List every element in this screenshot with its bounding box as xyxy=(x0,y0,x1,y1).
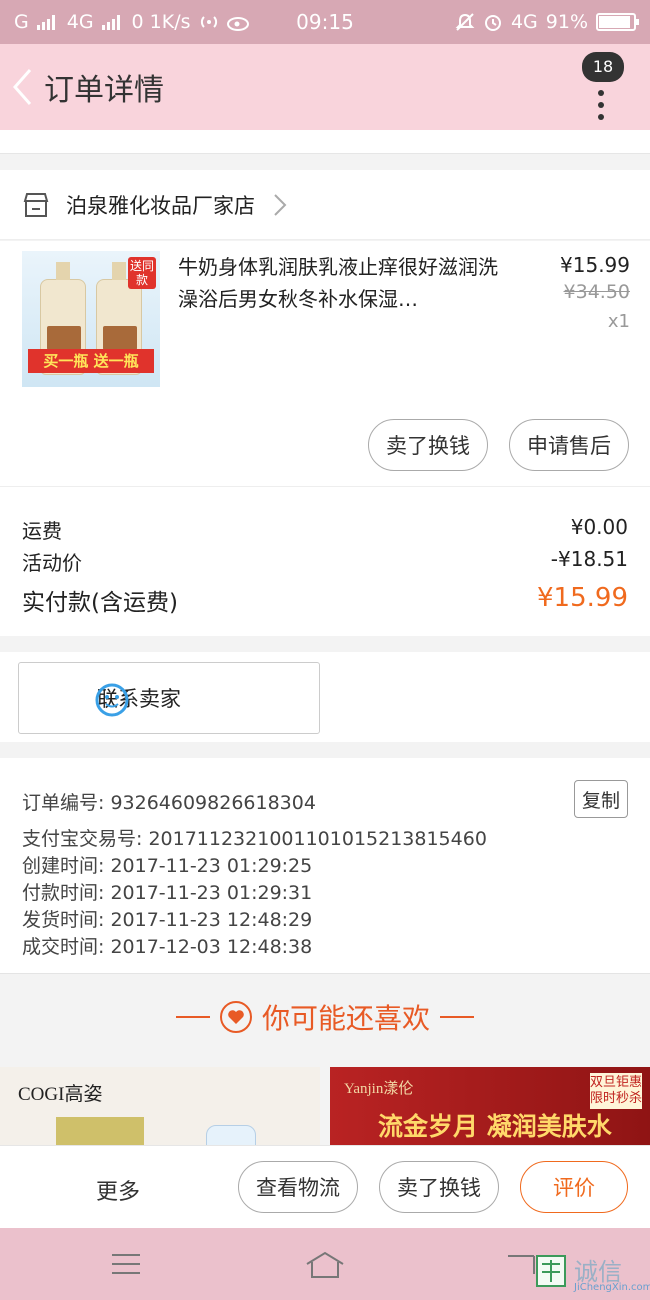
shipping-label: 运费 xyxy=(22,519,62,543)
action-bar: 更多 查看物流 卖了换钱 评价 xyxy=(0,1145,650,1228)
product-box-shape xyxy=(56,1117,144,1145)
message-badge: 18 xyxy=(582,52,624,82)
recommend-brand: COGI高姿 xyxy=(18,1084,103,1105)
product-price: ¥15.99 xyxy=(560,253,630,277)
product-jar-shape xyxy=(206,1125,256,1145)
hotspot-icon xyxy=(200,16,217,28)
page-title: 订单详情 xyxy=(44,73,164,108)
order-number: 订单编号: 93264609826618304 xyxy=(22,792,316,814)
chevron-right-icon xyxy=(274,193,287,216)
contact-area: 联系卖家 xyxy=(0,652,650,742)
divider xyxy=(175,1016,210,1018)
top-strip xyxy=(0,130,650,154)
watermark: 诚信 JiChengXin.com xyxy=(534,1250,650,1296)
heart-icon xyxy=(219,1001,252,1033)
completed-time: 成交时间: 2017-12-03 12:48:38 xyxy=(22,936,313,958)
alipay-number: 支付宝交易号: 2017112321001101015213815460 xyxy=(22,828,487,850)
shop-name: 泊泉雅化妆品厂家店 xyxy=(66,193,255,218)
network-label: G xyxy=(14,11,29,33)
total-label: 实付款(含运费) xyxy=(22,590,178,616)
recommend-heading: 你可能还喜欢 xyxy=(0,976,650,1058)
promo-value: -¥18.51 xyxy=(550,547,628,571)
aftersale-button[interactable]: 申请售后 xyxy=(509,419,629,471)
paid-time: 付款时间: 2017-11-23 01:29:31 xyxy=(22,882,313,904)
back-button[interactable] xyxy=(0,44,44,130)
status-right: 4G 91% xyxy=(455,11,639,33)
resell-button[interactable]: 卖了换钱 xyxy=(368,419,488,471)
status-bar: G 4G 0 1K/s 09:15 4G 91% xyxy=(0,0,650,44)
recommend-tag: 双旦钜惠 限时秒杀 xyxy=(590,1073,642,1109)
recommend-item[interactable]: Yanjin漾伦 流金岁月 凝润美肤水 双旦钜惠 限时秒杀 xyxy=(330,1067,650,1145)
menu-icon[interactable] xyxy=(110,1250,142,1278)
watermark-logo-icon xyxy=(536,1255,566,1287)
created-time: 创建时间: 2017-11-23 01:29:25 xyxy=(22,855,313,877)
image-banner: 买一瓶 送一瓶 xyxy=(28,349,154,373)
chat-bubble-icon xyxy=(95,683,129,717)
product-quantity: x1 xyxy=(607,311,630,332)
total-value: ¥15.99 xyxy=(537,583,628,613)
weibo-icon xyxy=(226,17,249,31)
signal-icon xyxy=(36,15,55,30)
view-logistics-button[interactable]: 查看物流 xyxy=(238,1161,358,1213)
home-icon[interactable] xyxy=(304,1250,346,1280)
signal-icon-2 xyxy=(101,15,120,30)
divider xyxy=(440,1016,474,1018)
review-button[interactable]: 评价 xyxy=(520,1161,628,1213)
recommend-item[interactable]: COGI高姿 xyxy=(0,1067,320,1145)
product-original-price: ¥34.50 xyxy=(563,281,630,303)
image-tag: 送同款 xyxy=(128,257,156,289)
shipping-value: ¥0.00 xyxy=(570,515,628,539)
goods-item[interactable]: 送同款 买一瓶 送一瓶 牛奶身体乳润肤乳液止痒很好滋润洗澡浴后男女秋冬补水保湿…… xyxy=(0,241,650,486)
more-menu-button[interactable]: 18 xyxy=(580,52,624,122)
battery-icon xyxy=(596,13,639,31)
watermark-sub: JiChengXin.com xyxy=(574,1282,650,1293)
system-nav-bar: 诚信 JiChengXin.com xyxy=(0,1228,650,1300)
more-dots-icon xyxy=(598,90,606,126)
battery-text: 91% xyxy=(545,11,588,33)
total-row: 实付款(含运费) ¥15.99 xyxy=(22,583,628,617)
product-image[interactable]: 送同款 买一瓶 送一瓶 xyxy=(22,251,160,387)
shop-row[interactable]: 泊泉雅化妆品厂家店 xyxy=(0,170,650,240)
shipped-time: 发货时间: 2017-11-23 12:48:29 xyxy=(22,909,313,931)
nav-bar: 订单详情 18 xyxy=(0,44,650,130)
back-arrow-icon xyxy=(12,69,32,105)
speed-label: 0 1K/s xyxy=(131,11,191,33)
copy-button[interactable]: 复制 xyxy=(574,780,628,818)
mute-icon xyxy=(455,13,475,31)
fee-summary: 运费 ¥0.00 活动价 -¥18.51 实付款(含运费) ¥15.99 xyxy=(0,486,650,636)
promo-label: 活动价 xyxy=(22,551,82,575)
network-4g-label: 4G xyxy=(66,11,94,33)
store-icon xyxy=(23,192,49,217)
product-name: 牛奶身体乳润肤乳液止痒很好滋润洗澡浴后男女秋冬补水保湿… xyxy=(178,255,498,311)
network-right-label: 4G xyxy=(510,11,538,33)
contact-seller-button[interactable]: 联系卖家 xyxy=(18,662,320,734)
resell-button-bottom[interactable]: 卖了换钱 xyxy=(379,1161,499,1213)
alarm-icon xyxy=(484,15,501,31)
more-button[interactable]: 更多 xyxy=(96,1174,140,1206)
recommend-logo: Yanjin漾伦 xyxy=(344,1081,414,1097)
promo-row: 活动价 -¥18.51 xyxy=(22,547,628,576)
status-left: G 4G 0 1K/s xyxy=(14,11,455,33)
recommend-slogan: 流金岁月 凝润美肤水 xyxy=(378,1112,612,1141)
order-info: 订单编号: 93264609826618304 支付宝交易号: 20171123… xyxy=(0,758,650,974)
recommend-title: 你可能还喜欢 xyxy=(261,1002,430,1035)
shipping-row: 运费 ¥0.00 xyxy=(22,515,628,544)
